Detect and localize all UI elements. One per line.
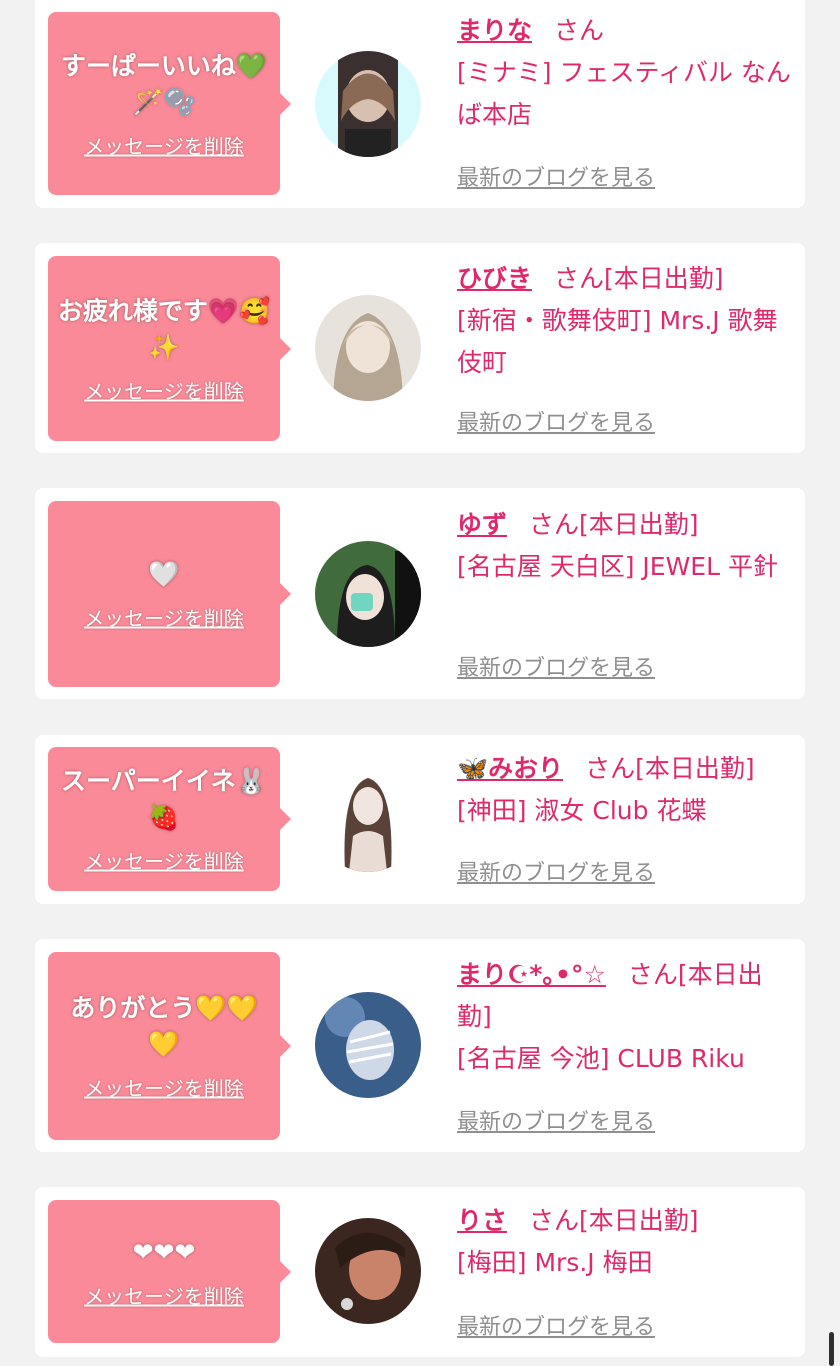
- shop-name: [神田] 淑女 Club 花蝶: [457, 796, 707, 825]
- message-bubble: ありがとう💛💛💛 メッセージを削除: [48, 952, 291, 1140]
- cast-name-link[interactable]: りさ: [457, 1206, 507, 1235]
- profile-info: りさ さん[本日出勤] [梅田] Mrs.J 梅田: [457, 1200, 792, 1284]
- profile-info: ゆず さん[本日出勤] [名古屋 天白区] JEWEL 平針: [457, 504, 792, 588]
- scrollbar[interactable]: [829, 1332, 834, 1366]
- latest-blog-link[interactable]: 最新のブログを見る: [457, 1309, 655, 1341]
- message-card: 🤍 メッセージを削除 ゆず さん[本日出勤] [名古屋 天白区] JEWEL 平針…: [35, 488, 805, 699]
- honorific: さん[本日出勤]: [585, 754, 755, 783]
- message-bubble: スーパーイイネ🐰🍓 メッセージを削除: [48, 747, 291, 891]
- message-bubble: ❤︎❤︎❤︎ メッセージを削除: [48, 1200, 291, 1343]
- honorific: さん[本日出勤]: [529, 1206, 699, 1235]
- message-text: お疲れ様です💗🥰✨: [57, 296, 271, 361]
- shop-name: [新宿・歌舞伎町] Mrs.J 歌舞伎町: [457, 306, 778, 377]
- message-bubble: 🤍 メッセージを削除: [48, 501, 291, 687]
- shop-name: [名古屋 天白区] JEWEL 平針: [457, 552, 778, 581]
- message-bubble: お疲れ様です💗🥰✨ メッセージを削除: [48, 256, 291, 441]
- message-text: ❤︎❤︎❤︎: [132, 1237, 196, 1266]
- shop-name: [名古屋 今池] CLUB Riku: [457, 1044, 745, 1073]
- message-text: スーパーイイネ🐰🍓: [61, 766, 267, 832]
- latest-blog-link[interactable]: 最新のブログを見る: [457, 855, 655, 887]
- cast-name-link[interactable]: まりな: [457, 16, 532, 45]
- delete-message-link[interactable]: メッセージを削除: [84, 1280, 244, 1309]
- latest-blog-link[interactable]: 最新のブログを見る: [457, 1104, 655, 1136]
- profile-info: 🦋みおり さん[本日出勤] [神田] 淑女 Club 花蝶: [457, 748, 792, 832]
- profile-info: まり☪︎*｡•°☆ さん[本日出勤] [名古屋 今池] CLUB Riku: [457, 954, 792, 1080]
- delete-message-link[interactable]: メッセージを削除: [84, 846, 244, 875]
- message-card: すーぱーいいね💚🪄🫧 メッセージを削除 まりな さん [ミナミ] フェスティバル …: [35, 0, 805, 208]
- avatar[interactable]: [315, 295, 421, 401]
- cast-name-link[interactable]: まり☪︎*｡•°☆: [457, 960, 606, 989]
- avatar[interactable]: [315, 1218, 421, 1324]
- honorific: さん[本日出勤]: [554, 264, 724, 293]
- cast-name-link[interactable]: ひびき: [457, 264, 532, 293]
- avatar[interactable]: [315, 541, 421, 647]
- message-text: すーぱーいいね💚🪄🫧: [60, 51, 268, 116]
- shop-name: [梅田] Mrs.J 梅田: [457, 1248, 653, 1277]
- honorific: さん: [554, 16, 605, 45]
- delete-message-link[interactable]: メッセージを削除: [84, 375, 244, 404]
- message-card: ❤︎❤︎❤︎ メッセージを削除 りさ さん[本日出勤] [梅田] Mrs.J 梅田…: [35, 1187, 805, 1357]
- cast-name-link[interactable]: 🦋みおり: [457, 754, 563, 783]
- message-bubble: すーぱーいいね💚🪄🫧 メッセージを削除: [48, 12, 291, 195]
- shop-name: [ミナミ] フェスティバル なんば本店: [457, 58, 791, 129]
- message-card: お疲れ様です💗🥰✨ メッセージを削除 ひびき さん[本日出勤] [新宿・歌舞伎町]…: [35, 243, 805, 453]
- latest-blog-link[interactable]: 最新のブログを見る: [457, 160, 655, 192]
- avatar[interactable]: [315, 766, 421, 872]
- profile-info: まりな さん [ミナミ] フェスティバル なんば本店: [457, 10, 792, 136]
- delete-message-link[interactable]: メッセージを削除: [84, 1073, 244, 1102]
- cast-name-link[interactable]: ゆず: [457, 510, 507, 539]
- avatar[interactable]: [315, 51, 421, 157]
- honorific: さん[本日出勤]: [529, 510, 699, 539]
- message-text: ありがとう💛💛💛: [70, 993, 258, 1059]
- latest-blog-link[interactable]: 最新のブログを見る: [457, 405, 655, 437]
- profile-info: ひびき さん[本日出勤] [新宿・歌舞伎町] Mrs.J 歌舞伎町: [457, 258, 792, 384]
- message-text: 🤍: [148, 559, 180, 589]
- message-card: スーパーイイネ🐰🍓 メッセージを削除 🦋みおり さん[本日出勤] [神田] 淑女 …: [35, 735, 805, 904]
- avatar[interactable]: [315, 992, 421, 1098]
- latest-blog-link[interactable]: 最新のブログを見る: [457, 650, 655, 682]
- delete-message-link[interactable]: メッセージを削除: [84, 603, 244, 632]
- delete-message-link[interactable]: メッセージを削除: [84, 130, 244, 159]
- message-card: ありがとう💛💛💛 メッセージを削除 まり☪︎*｡•°☆ さん[本日出勤] [名古屋…: [35, 939, 805, 1152]
